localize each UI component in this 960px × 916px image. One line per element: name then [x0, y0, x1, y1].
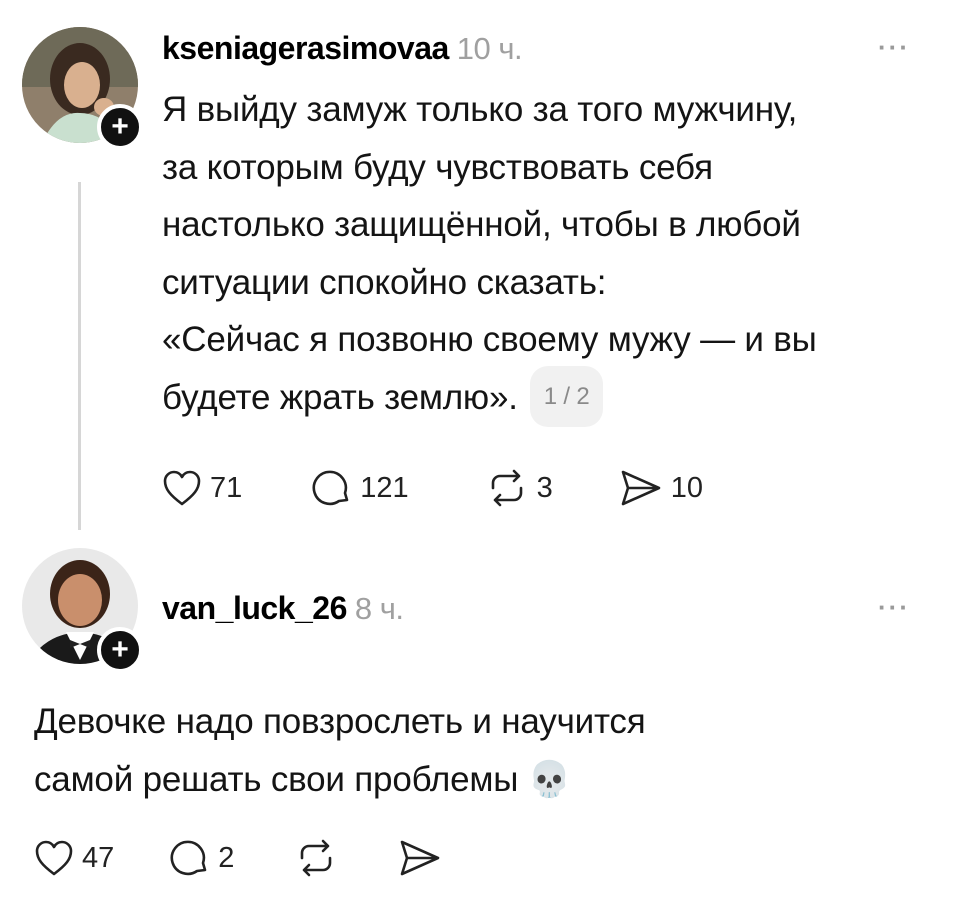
follow-button[interactable]: +	[97, 104, 143, 150]
post-text: Девочке надо повзрослеть и научится само…	[34, 702, 646, 799]
repost-icon	[301, 839, 332, 877]
plus-icon: +	[111, 633, 129, 666]
share-button[interactable]: 10	[619, 468, 703, 508]
post-actions: 71 121 3 10	[162, 468, 749, 508]
reply-button[interactable]: 121	[312, 468, 409, 508]
page-indicator[interactable]: 1 / 2	[529, 365, 604, 427]
like-button[interactable]: 47	[34, 839, 114, 877]
username[interactable]: van_luck_26 8 ч.	[162, 590, 404, 627]
reply-count: 2	[218, 841, 235, 874]
repost-button[interactable]	[294, 838, 338, 878]
send-icon	[401, 840, 440, 876]
share-count: 10	[670, 471, 704, 504]
heart-icon	[163, 470, 201, 506]
username[interactable]: kseniagerasimovaa 10 ч.	[162, 30, 523, 67]
heart-icon	[35, 840, 73, 876]
send-icon	[621, 470, 661, 506]
reply-count: 121	[360, 471, 409, 504]
post-text: Я выйду замуж только за того мужчину, за…	[162, 81, 942, 430]
follow-button[interactable]: +	[97, 627, 143, 673]
timestamp: 10 ч.	[456, 31, 523, 66]
comment-icon	[312, 470, 349, 506]
share-button[interactable]	[398, 838, 442, 878]
skull-emoji: 💀	[527, 759, 572, 799]
comment-icon	[170, 840, 207, 876]
reply-button[interactable]: 2	[170, 838, 234, 878]
more-options-icon[interactable]: ···	[878, 592, 910, 623]
repost-count: 3	[536, 471, 553, 504]
plus-icon: +	[111, 110, 129, 143]
repost-button[interactable]: 3	[485, 468, 553, 508]
thread-line	[78, 182, 81, 530]
more-options-icon[interactable]: ···	[878, 32, 910, 63]
like-button[interactable]: 71	[162, 469, 242, 507]
like-count: 47	[82, 841, 115, 874]
post-actions: 47 2	[34, 838, 488, 878]
like-count: 71	[210, 471, 243, 504]
timestamp: 8 ч.	[354, 591, 404, 626]
repost-icon	[491, 469, 522, 507]
